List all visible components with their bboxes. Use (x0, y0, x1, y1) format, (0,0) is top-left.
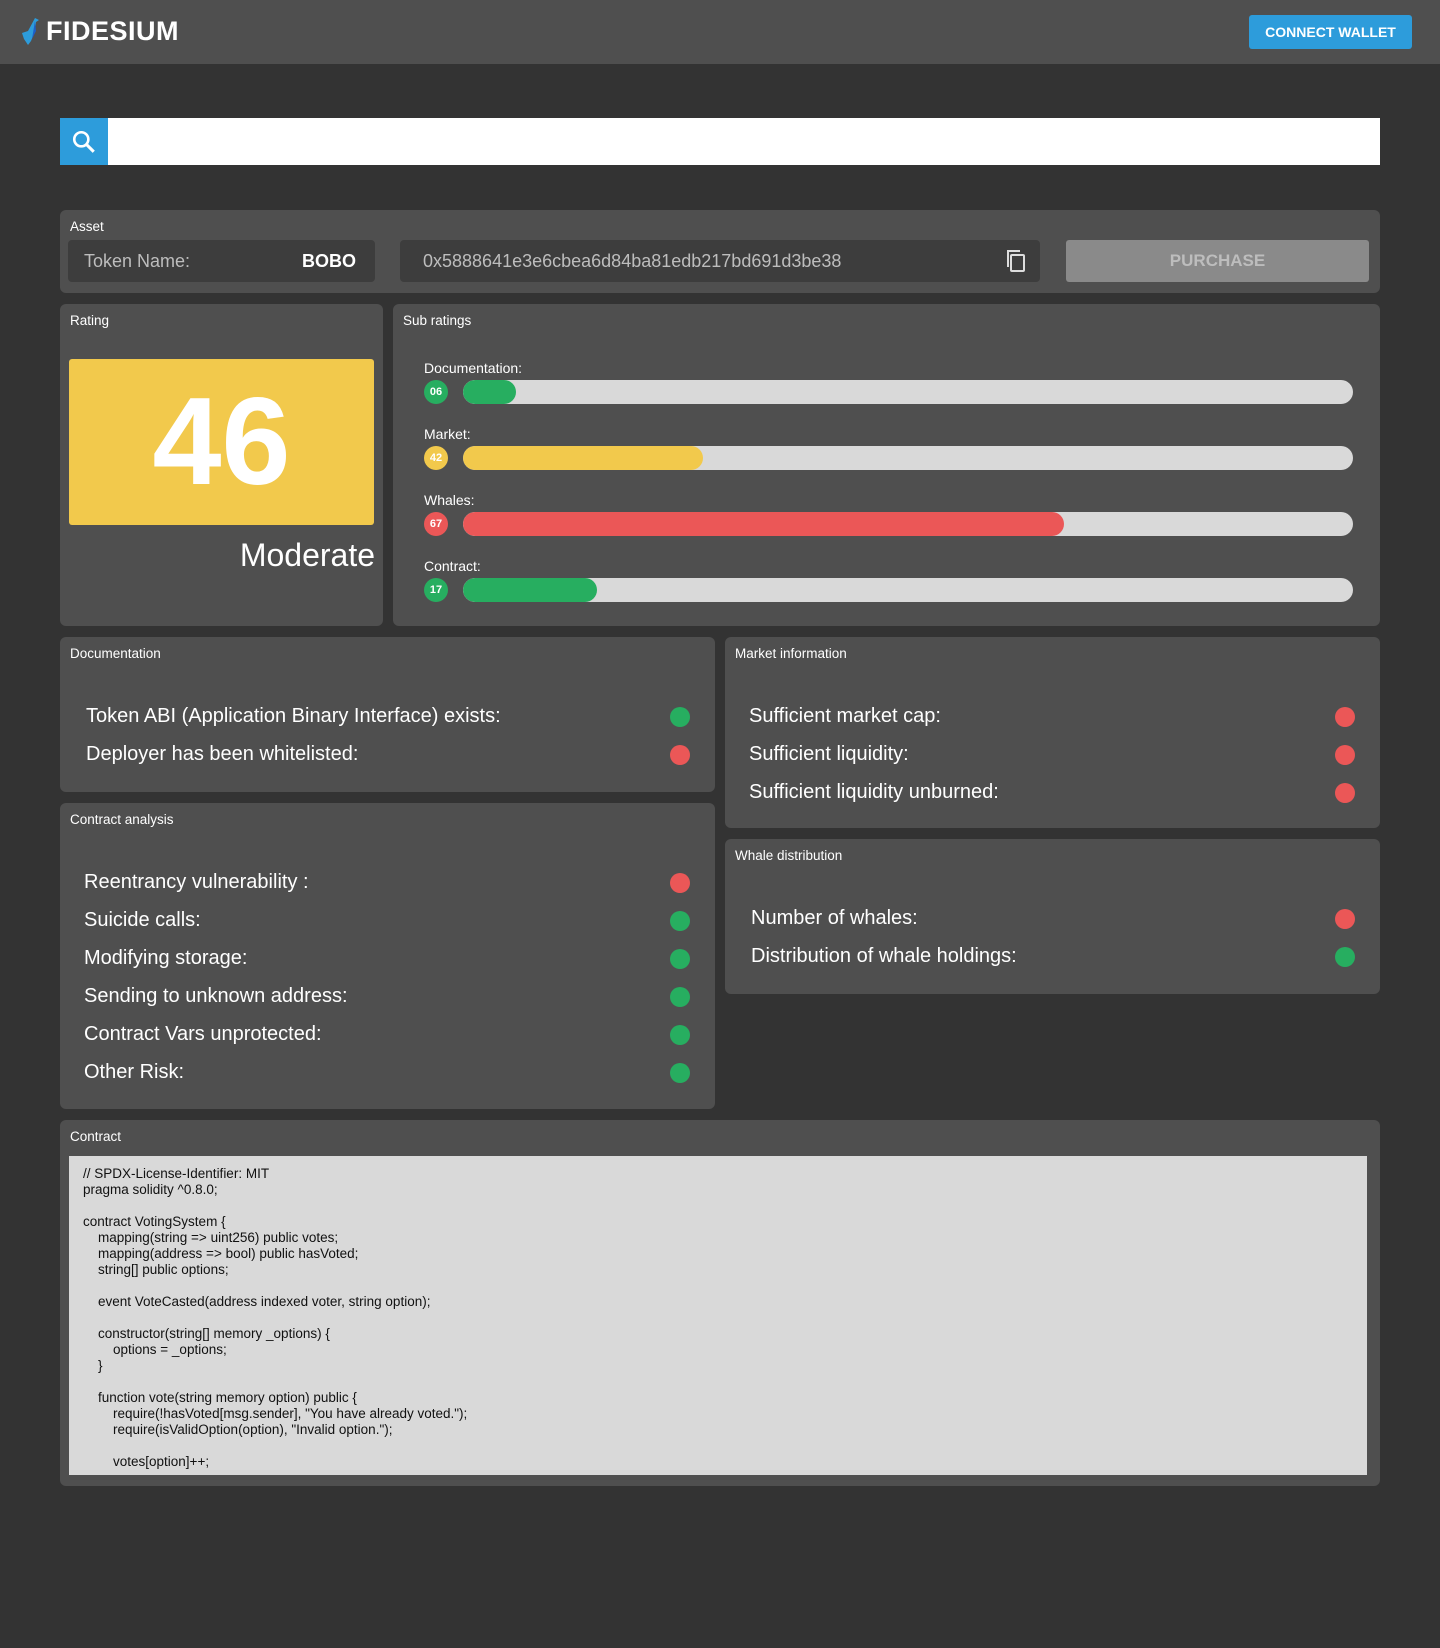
sub-ratings-panel: Sub ratings Documentation: 06 Market: 42… (393, 304, 1380, 626)
contract-analysis-panel: Contract analysis Reentrancy vulnerabili… (60, 803, 715, 1109)
market-information-panel: Market information Sufficient market cap… (725, 637, 1380, 828)
panel-title: Rating (70, 313, 110, 328)
check-item: Reentrancy vulnerability : (84, 871, 690, 894)
check-item-label: Token ABI (Application Binary Interface)… (86, 705, 501, 727)
panel-title: Whale distribution (735, 848, 843, 863)
sub-rating-bar-fill (463, 512, 1064, 536)
panel-title: Sub ratings (403, 313, 472, 328)
check-item-label: Sufficient market cap: (749, 705, 941, 727)
contract-address: 0x5888641e3e6cbea6d84ba81edb217bd691d3be… (423, 250, 842, 271)
check-item: Number of whales: (751, 907, 1355, 930)
check-item-label: Deployer has been whitelisted: (86, 743, 359, 765)
token-name-value: BOBO (302, 250, 356, 271)
check-item: Suicide calls: (84, 909, 690, 932)
search-icon (72, 130, 95, 153)
check-item: Sending to unknown address: (84, 985, 690, 1008)
check-item-label: Sufficient liquidity: (749, 743, 909, 765)
status-green-dot-icon (1335, 946, 1355, 967)
status-red-dot-icon (1335, 782, 1355, 803)
sub-rating-bar-fill (463, 446, 704, 470)
panel-title: Asset (70, 219, 104, 234)
purchase-button[interactable]: PURCHASE (1066, 240, 1369, 282)
status-red-dot-icon (1335, 706, 1355, 727)
sub-rating-bar (463, 380, 1353, 404)
documentation-panel: Documentation Token ABI (Application Bin… (60, 637, 715, 792)
check-item: Sufficient liquidity unburned: (749, 781, 1355, 804)
sub-rating-label: Contract: (424, 558, 481, 574)
sub-rating-badge: 42 (424, 446, 448, 470)
sub-rating-label: Market: (424, 426, 471, 442)
check-item-label: Distribution of whale holdings: (751, 945, 1017, 967)
sub-rating-bar-fill (463, 380, 517, 404)
sub-rating-badge: 67 (424, 512, 448, 536)
panel-title: Documentation (70, 646, 161, 661)
check-item: Deployer has been whitelisted: (86, 743, 690, 766)
status-green-dot-icon (670, 986, 690, 1007)
status-red-dot-icon (670, 872, 690, 893)
check-item: Sufficient market cap: (749, 705, 1355, 728)
check-item: Contract Vars unprotected: (84, 1023, 690, 1046)
sub-rating-bar-fill (463, 578, 597, 602)
sub-rating-badge: 17 (424, 578, 448, 602)
copy-icon[interactable] (1004, 248, 1028, 274)
panel-title: Market information (735, 646, 847, 661)
rating-verdict: Moderate (239, 537, 375, 573)
asset-panel: Asset Token Name: BOBO 0x5888641e3e6cbea… (60, 210, 1380, 293)
check-item-label: Sufficient liquidity unburned: (749, 781, 999, 803)
panel-title: Contract analysis (70, 812, 174, 827)
check-item: Modifying storage: (84, 947, 690, 970)
status-green-dot-icon (670, 1024, 690, 1045)
search-input[interactable] (108, 118, 1380, 165)
status-red-dot-icon (1335, 908, 1355, 929)
check-item: Other Risk: (84, 1061, 690, 1084)
status-green-dot-icon (670, 948, 690, 969)
check-item-label: Modifying storage: (84, 947, 248, 969)
status-green-dot-icon (670, 910, 690, 931)
check-item-label: Other Risk: (84, 1061, 185, 1083)
status-green-dot-icon (670, 1062, 690, 1083)
brand-logo[interactable]: FIDESIUM (22, 16, 179, 47)
check-item-label: Contract Vars unprotected: (84, 1023, 322, 1045)
check-item-label: Reentrancy vulnerability : (84, 871, 309, 893)
brand-name: FIDESIUM (46, 16, 180, 46)
rating-panel: Rating 46 Moderate (60, 304, 383, 626)
rating-score: 46 (69, 359, 374, 525)
sub-rating-label: Whales: (424, 492, 475, 508)
check-item-label: Number of whales: (751, 907, 918, 929)
token-name-label: Token Name: (84, 250, 191, 271)
search-bar (60, 118, 1380, 165)
search-button[interactable] (60, 118, 108, 165)
status-green-dot-icon (670, 706, 690, 727)
sub-rating-bar (463, 578, 1353, 602)
top-bar: FIDESIUM CONNECT WALLET (0, 0, 1440, 64)
check-item: Token ABI (Application Binary Interface)… (86, 705, 690, 728)
panel-title: Contract (70, 1129, 122, 1144)
sub-rating-bar (463, 446, 1353, 470)
token-name-field: Token Name: BOBO (68, 240, 375, 282)
check-item-label: Sending to unknown address: (84, 985, 348, 1007)
whale-distribution-panel: Whale distribution Number of whales: Dis… (725, 839, 1380, 994)
connect-wallet-button[interactable]: CONNECT WALLET (1249, 15, 1412, 49)
sub-rating-badge: 06 (424, 380, 448, 404)
bird-logo-icon (22, 17, 39, 45)
status-red-dot-icon (670, 744, 690, 765)
contract-source-code[interactable]: // SPDX-License-Identifier: MIT pragma s… (69, 1156, 1367, 1475)
check-item: Distribution of whale holdings: (751, 945, 1355, 968)
contract-address-field: 0x5888641e3e6cbea6d84ba81edb217bd691d3be… (400, 240, 1040, 282)
status-red-dot-icon (1335, 744, 1355, 765)
check-item: Sufficient liquidity: (749, 743, 1355, 766)
contract-panel: Contract // SPDX-License-Identifier: MIT… (60, 1120, 1380, 1486)
sub-rating-bar (463, 512, 1353, 536)
check-item-label: Suicide calls: (84, 909, 201, 931)
sub-rating-label: Documentation: (424, 360, 523, 376)
